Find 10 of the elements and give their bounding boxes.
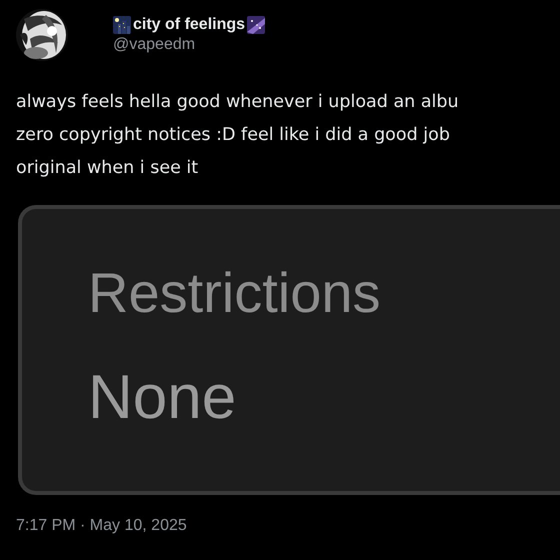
user-handle: @vapeedm (113, 36, 196, 54)
tweet-text-line: original when i see it (16, 157, 198, 180)
night-city-icon (113, 16, 131, 34)
setting-label: Restrictions (88, 261, 381, 325)
setting-value: None (88, 363, 236, 433)
post-timestamp[interactable]: 7:17 PM · May 10, 2025 (16, 517, 187, 535)
tweet-text-line: zero copyright notices :D feel like i did a good job (16, 124, 450, 147)
galaxy-icon (247, 16, 266, 34)
display-name: city of feelings (133, 16, 246, 34)
tweet-text-line: always feels hella good whenever i upload an albu (16, 91, 459, 114)
